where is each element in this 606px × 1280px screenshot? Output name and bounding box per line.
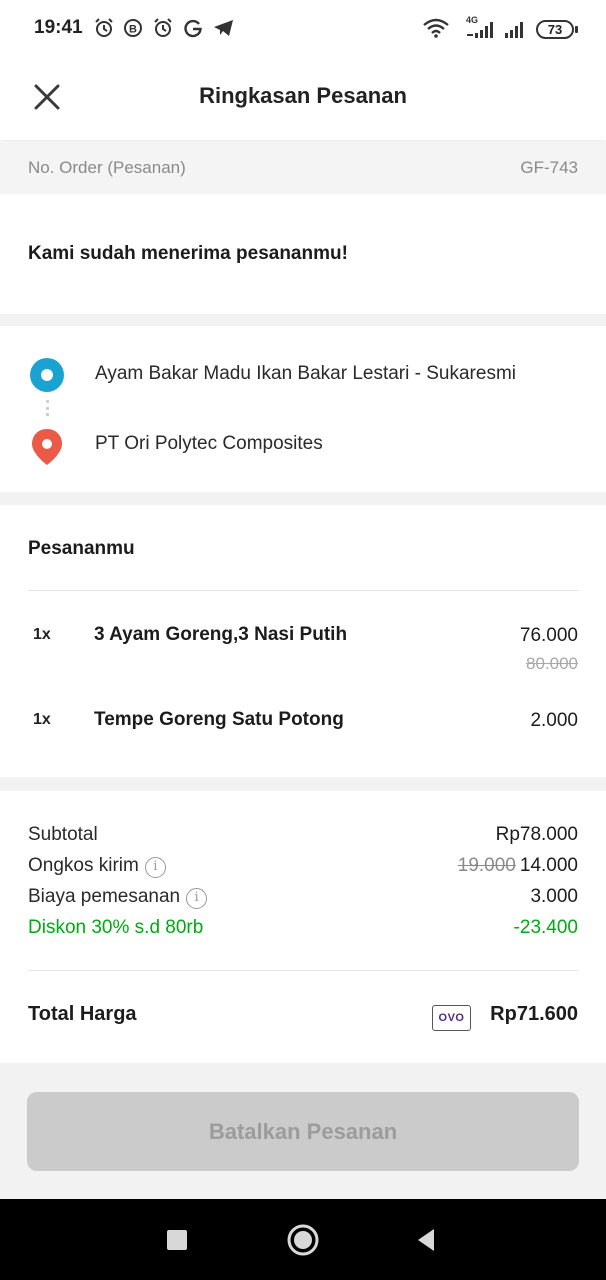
page-title: Ringkasan Pesanan [199,83,407,108]
payment-summary: Subtotal Rp78.000 Ongkos kirim i 19.000 14… [0,791,606,1063]
total-value: Rp71.600 [490,1003,578,1025]
back-button[interactable] [414,1227,438,1253]
delivery-fee-values: 19.000 14.000 [458,855,578,877]
item-quantity: 1x [33,626,51,643]
svg-text:B: B [129,24,137,36]
signal-icon [505,22,523,38]
item-original-price: 80.000 [526,654,578,673]
wifi-icon [423,18,449,38]
pickup-location-icon [30,358,64,392]
delivery-fee-value: 14.000 [519,855,578,876]
divider [28,590,578,591]
action-area: Batalkan Pesanan [0,1063,606,1199]
subtotal-label: Subtotal [28,824,98,845]
delivery-fee-label: Ongkos kirim [28,855,139,876]
item-price: 76.000 [519,625,578,646]
home-button[interactable] [286,1223,320,1257]
delivery-fee-original: 19.000 [457,855,516,876]
section-divider [0,492,606,505]
discount-label: Diskon 30% s.d 80rb [28,917,204,938]
battery-indicator: 73 [536,20,578,39]
order-status-card: Kami sudah menerima pesananmu! [0,194,606,314]
destination-pin-icon [32,429,62,465]
subtotal-value: Rp78.000 [495,824,578,845]
telegram-icon [214,20,233,36]
route-connector [46,400,49,416]
recent-apps-button[interactable] [166,1229,188,1251]
item-quantity: 1x [33,711,51,728]
status-time: 19:41 [34,17,83,38]
b-icon: B [124,19,142,37]
destination-location: PT Ori Polytec Composites [95,433,323,454]
order-fee-value: 3.000 [530,886,578,907]
cancel-order-button[interactable]: Batalkan Pesanan [27,1092,579,1171]
order-fee-label: Biaya pemesanan [28,886,181,907]
total-label: Total Harga [28,1003,137,1025]
signal-icon [467,22,493,38]
item-name: 3 Ayam Goreng,3 Nasi Putih [94,624,348,645]
payment-method-badge: OVO [432,1005,471,1031]
info-icon[interactable]: i [144,857,166,878]
section-divider [0,777,606,791]
order-items-section: Pesananmu 1x 3 Ayam Goreng,3 Nasi Putih … [0,505,606,777]
item-price: 2.000 [530,710,578,731]
info-icon[interactable]: i [186,888,208,909]
alarm-icon [154,18,172,37]
alarm-icon [95,18,113,37]
order-number-row: No. Order (Pesanan) GF-743 [0,142,606,194]
section-divider [0,314,606,326]
route-card: Ayam Bakar Madu Ikan Bakar Lestari - Suk… [0,326,606,492]
pickup-location: Ayam Bakar Madu Ikan Bakar Lestari - Suk… [95,363,516,384]
order-fee-row: Biaya pemesanan i [28,886,208,909]
divider [28,970,578,971]
status-bar: 19:41 B 4G 73 [0,0,606,58]
discount-value: -23.400 [513,917,578,938]
order-number-value: GF-743 [520,158,578,177]
delivery-fee-row: Ongkos kirim i [28,855,166,878]
item-name: Tempe Goreng Satu Potong [94,709,344,730]
google-icon [184,19,202,38]
system-navigation-bar [0,1199,606,1280]
section-title: Pesananmu [28,538,135,559]
order-status-message: Kami sudah menerima pesananmu! [28,243,348,264]
order-number-label: No. Order (Pesanan) [28,158,186,177]
app-header: Ringkasan Pesanan [0,58,606,140]
